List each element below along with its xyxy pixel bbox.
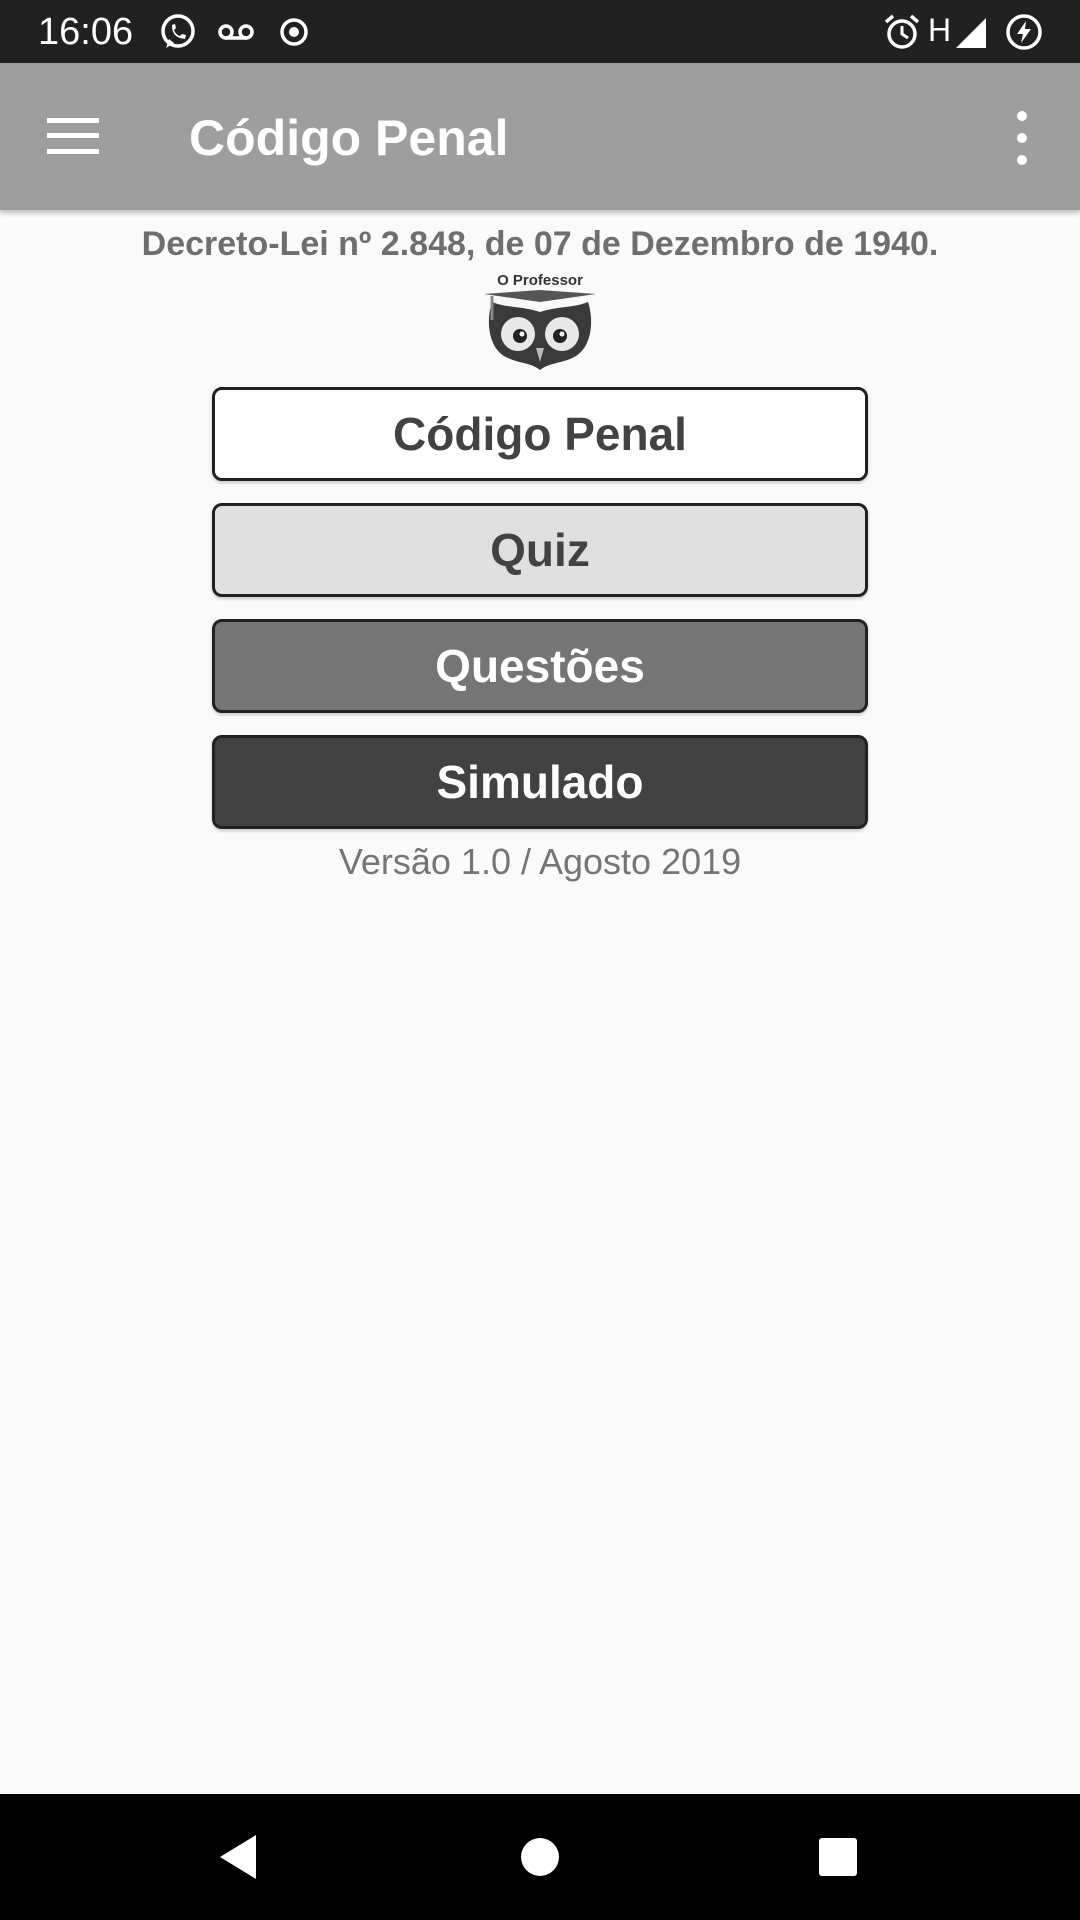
app-bar: Código Penal xyxy=(0,63,1080,210)
more-options-button[interactable] xyxy=(1000,103,1044,173)
more-vert-icon xyxy=(1017,111,1027,121)
decree-subtitle: Decreto-Lei nº 2.848, de 07 de Dezembro … xyxy=(141,225,939,263)
version-label: Versão 1.0 / Agosto 2019 xyxy=(338,841,742,882)
home-button[interactable] xyxy=(500,1817,580,1897)
recents-icon xyxy=(819,1838,857,1876)
home-icon xyxy=(521,1838,559,1876)
hamburger-menu-icon xyxy=(47,118,99,154)
back-button[interactable] xyxy=(198,1817,278,1897)
voicemail-icon xyxy=(216,12,256,52)
page-title: Código Penal xyxy=(189,110,509,166)
screen: 16:06 H Código Penal Decreto-Lei nº 2.84… xyxy=(0,0,1080,1920)
alarm-icon xyxy=(882,12,922,52)
signal-icon xyxy=(952,12,992,52)
menu-button[interactable] xyxy=(30,93,116,179)
professor-logo: O Professor xyxy=(478,272,602,372)
codigo-penal-button[interactable]: Código Penal xyxy=(212,387,868,481)
simulado-button[interactable]: Simulado xyxy=(212,735,868,829)
back-icon xyxy=(220,1835,256,1879)
owl-icon xyxy=(484,290,596,370)
recents-button[interactable] xyxy=(798,1817,878,1897)
logo-text: O Professor xyxy=(497,272,583,289)
battery-charging-icon xyxy=(1004,12,1044,52)
network-type-label: H xyxy=(928,12,952,48)
questoes-button[interactable]: Questões xyxy=(212,619,868,713)
navigation-bar xyxy=(0,1794,1080,1920)
whatsapp-icon xyxy=(158,12,198,52)
quiz-button[interactable]: Quiz xyxy=(212,503,868,597)
status-bar: 16:06 H xyxy=(0,0,1080,63)
status-time: 16:06 xyxy=(38,11,134,53)
record-icon xyxy=(274,12,314,52)
